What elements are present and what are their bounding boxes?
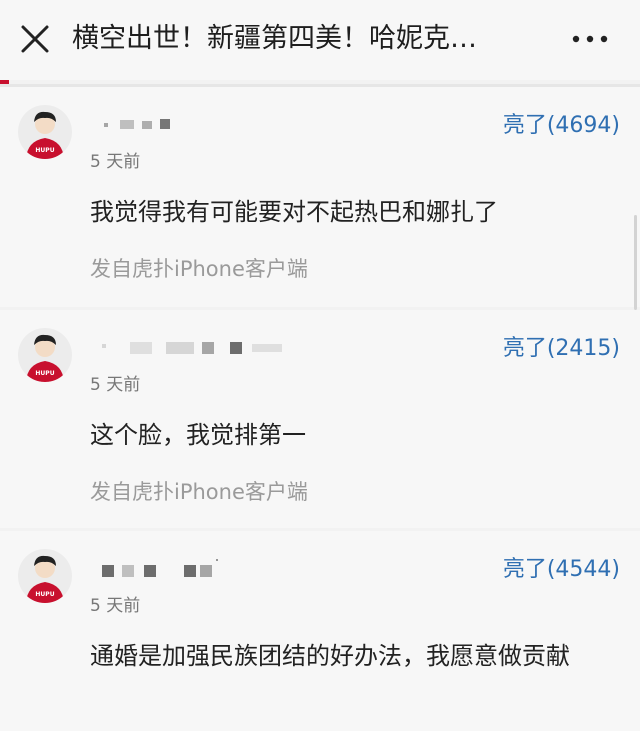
avatar-label: HUPU	[35, 370, 54, 377]
page-title: 横空出世！新疆第四美！哈妮克…	[72, 23, 477, 54]
comment-source: 发自虎扑iPhone客户端	[90, 257, 308, 281]
timestamp: 5 天前	[90, 375, 141, 395]
comment-text: 这个脸，我觉排第一	[90, 421, 306, 449]
comment-source: 发自虎扑iPhone客户端	[90, 480, 308, 504]
light-count[interactable]: 亮了(4544)	[503, 551, 620, 583]
scrollbar[interactable]	[634, 215, 637, 310]
more-icon[interactable]	[570, 33, 610, 45]
avatar[interactable]: HUPU	[18, 549, 72, 603]
comment-text: 通婚是加强民族团结的好办法，我愿意做贡献	[90, 642, 570, 670]
comment-item: HUPU 亮了(2415) 5 天前 这个脸，我觉排第一 发自虎扑iPhone客…	[0, 310, 640, 528]
timestamp: 5 天前	[90, 152, 141, 172]
avatar-label: HUPU	[35, 591, 54, 598]
avatar-label: HUPU	[35, 147, 54, 154]
light-count[interactable]: 亮了(2415)	[503, 330, 620, 362]
light-count[interactable]: 亮了(4694)	[503, 107, 620, 139]
avatar[interactable]: HUPU	[18, 105, 72, 159]
comment-item: HUPU 亮了(4544) 5 天前 通婚是加强民族团结的好办法，我愿意做贡献	[0, 531, 640, 731]
close-icon[interactable]	[18, 22, 52, 56]
timestamp: 5 天前	[90, 596, 141, 616]
top-bar: 横空出世！新疆第四美！哈妮克…	[0, 0, 640, 80]
comment-text: 我觉得我有可能要对不起热巴和娜扎了	[90, 198, 498, 226]
avatar[interactable]: HUPU	[18, 328, 72, 382]
comment-item: HUPU 亮了(4694) 5 天前 我觉得我有可能要对不起热巴和娜扎了 发自虎…	[0, 87, 640, 307]
